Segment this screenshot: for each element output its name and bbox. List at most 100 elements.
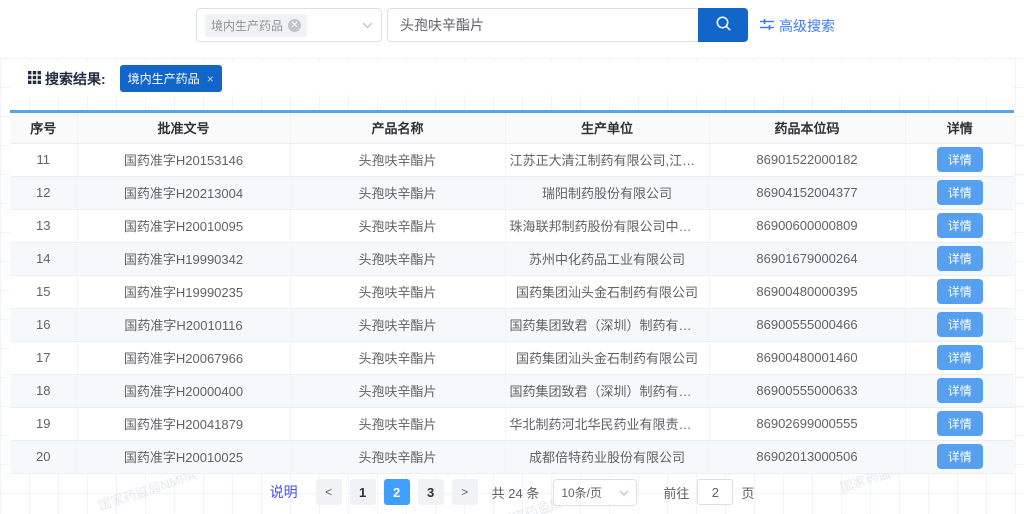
- cell-code: 86900555000466: [709, 308, 905, 341]
- cell-no: 11: [10, 143, 77, 176]
- cell-manufacturer: 国药集团致君（深圳）制药有限公...: [505, 308, 709, 341]
- page-button-2[interactable]: 2: [384, 479, 410, 505]
- chevron-down-icon: [619, 485, 629, 499]
- search-button[interactable]: [698, 8, 748, 42]
- cell-no: 20: [10, 440, 77, 473]
- cell-manufacturer: 国药集团汕头金石制药有限公司: [505, 341, 709, 374]
- table-row: 13国药准字H20010095头孢呋辛酯片珠海联邦制药股份有限公司中山分...8…: [10, 209, 1014, 242]
- cell-detail: 详情: [905, 209, 1014, 242]
- detail-button[interactable]: 详情: [937, 411, 983, 436]
- cell-approval: 国药准字H20000400: [77, 374, 290, 407]
- detail-button[interactable]: 详情: [937, 345, 983, 370]
- cell-code: 86900480001460: [709, 341, 905, 374]
- table-row: 12国药准字H20213004头孢呋辛酯片瑞阳制药股份有限公司869041520…: [10, 176, 1014, 209]
- cell-product: 头孢呋辛酯片: [290, 242, 505, 275]
- category-filter-tag: 境内生产药品 ✕: [205, 14, 307, 37]
- table-body: 11国药准字H20153146头孢呋辛酯片江苏正大清江制药有限公司,江苏...8…: [10, 143, 1014, 473]
- cell-detail: 详情: [905, 341, 1014, 374]
- goto-label: 前往: [663, 483, 689, 502]
- page-size-select[interactable]: 10条/页: [553, 479, 637, 506]
- detail-button[interactable]: 详情: [937, 378, 983, 403]
- table-header-row: 序号批准文号产品名称生产单位药品本位码详情: [10, 113, 1014, 143]
- cell-approval: 国药准字H20067966: [77, 341, 290, 374]
- filter-tag-close-icon[interactable]: ×: [207, 72, 214, 86]
- detail-button[interactable]: 详情: [937, 444, 983, 469]
- cell-manufacturer: 国药集团汕头金石制药有限公司: [505, 275, 709, 308]
- cell-product: 头孢呋辛酯片: [290, 209, 505, 242]
- cell-product: 头孢呋辛酯片: [290, 374, 505, 407]
- column-header: 批准文号: [77, 113, 290, 143]
- page-size-value: 10条/页: [561, 484, 602, 501]
- column-header: 序号: [10, 113, 77, 143]
- active-filter-tag[interactable]: 境内生产药品 ×: [120, 65, 222, 92]
- pagination-bar: 说明 < 123 > 共 24 条 10条/页 前往 页: [0, 478, 1024, 506]
- cell-no: 15: [10, 275, 77, 308]
- cell-no: 18: [10, 374, 77, 407]
- cell-no: 12: [10, 176, 77, 209]
- cell-product: 头孢呋辛酯片: [290, 308, 505, 341]
- grid-icon: [28, 71, 41, 87]
- cell-no: 16: [10, 308, 77, 341]
- cell-no: 14: [10, 242, 77, 275]
- cell-manufacturer: 珠海联邦制药股份有限公司中山分...: [505, 209, 709, 242]
- detail-button[interactable]: 详情: [937, 312, 983, 337]
- cell-code: 86900480000395: [709, 275, 905, 308]
- detail-button[interactable]: 详情: [937, 147, 983, 172]
- cell-detail: 详情: [905, 242, 1014, 275]
- cell-detail: 详情: [905, 275, 1014, 308]
- cell-approval: 国药准字H20041879: [77, 407, 290, 440]
- page-button-3[interactable]: 3: [418, 479, 444, 505]
- table-row: 14国药准字H19990342头孢呋辛酯片苏州中化药品工业有限公司8690167…: [10, 242, 1014, 275]
- results-label: 搜索结果:: [28, 69, 106, 89]
- column-header: 药品本位码: [709, 113, 905, 143]
- cell-approval: 国药准字H20213004: [77, 176, 290, 209]
- cell-manufacturer: 国药集团致君（深圳）制药有限公...: [505, 374, 709, 407]
- table-row: 16国药准字H20010116头孢呋辛酯片国药集团致君（深圳）制药有限公...8…: [10, 308, 1014, 341]
- total-count-text: 共 24 条: [492, 483, 540, 502]
- next-page-button[interactable]: >: [452, 479, 478, 505]
- detail-button[interactable]: 详情: [937, 246, 983, 271]
- table-row: 11国药准字H20153146头孢呋辛酯片江苏正大清江制药有限公司,江苏...8…: [10, 143, 1014, 176]
- cell-manufacturer: 瑞阳制药股份有限公司: [505, 176, 709, 209]
- cell-manufacturer: 苏州中化药品工业有限公司: [505, 242, 709, 275]
- category-filter-tag-label: 境内生产药品: [211, 17, 283, 34]
- cell-approval: 国药准字H20010095: [77, 209, 290, 242]
- detail-button[interactable]: 详情: [937, 213, 983, 238]
- column-header: 详情: [905, 113, 1014, 143]
- cell-detail: 详情: [905, 143, 1014, 176]
- page-button-1[interactable]: 1: [350, 479, 376, 505]
- cell-product: 头孢呋辛酯片: [290, 275, 505, 308]
- note-link[interactable]: 说明: [270, 482, 298, 502]
- detail-button[interactable]: 详情: [937, 180, 983, 205]
- cell-code: 86902013000506: [709, 440, 905, 473]
- cell-code: 86901522000182: [709, 143, 905, 176]
- category-filter-select[interactable]: 境内生产药品 ✕: [196, 8, 382, 42]
- cell-product: 头孢呋辛酯片: [290, 176, 505, 209]
- cell-detail: 详情: [905, 176, 1014, 209]
- results-table: 序号批准文号产品名称生产单位药品本位码详情 11国药准字H20153146头孢呋…: [10, 113, 1014, 474]
- results-table-card: 序号批准文号产品名称生产单位药品本位码详情 11国药准字H20153146头孢呋…: [10, 110, 1014, 474]
- cell-detail: 详情: [905, 374, 1014, 407]
- cell-product: 头孢呋辛酯片: [290, 143, 505, 176]
- search-results-bar: 搜索结果: 境内生产药品 ×: [10, 62, 1014, 95]
- cell-approval: 国药准字H20153146: [77, 143, 290, 176]
- column-header: 生产单位: [505, 113, 709, 143]
- detail-button[interactable]: 详情: [937, 279, 983, 304]
- page-buttons: 123: [350, 479, 444, 505]
- cell-detail: 详情: [905, 407, 1014, 440]
- prev-page-button[interactable]: <: [316, 479, 342, 505]
- search-icon: [714, 14, 733, 36]
- search-input[interactable]: [387, 8, 698, 42]
- cell-detail: 详情: [905, 440, 1014, 473]
- cell-code: 86901679000264: [709, 242, 905, 275]
- tag-close-icon[interactable]: ✕: [288, 19, 301, 32]
- table-row: 18国药准字H20000400头孢呋辛酯片国药集团致君（深圳）制药有限公...8…: [10, 374, 1014, 407]
- advanced-search-link[interactable]: 高级搜索: [760, 16, 835, 36]
- table-row: 20国药准字H20010025头孢呋辛酯片成都倍特药业股份有限公司8690201…: [10, 440, 1014, 473]
- cell-no: 17: [10, 341, 77, 374]
- table-row: 19国药准字H20041879头孢呋辛酯片华北制药河北华民药业有限责任公...8…: [10, 407, 1014, 440]
- cell-product: 头孢呋辛酯片: [290, 440, 505, 473]
- cell-approval: 国药准字H19990235: [77, 275, 290, 308]
- goto-page-input[interactable]: [697, 479, 733, 505]
- cell-approval: 国药准字H20010025: [77, 440, 290, 473]
